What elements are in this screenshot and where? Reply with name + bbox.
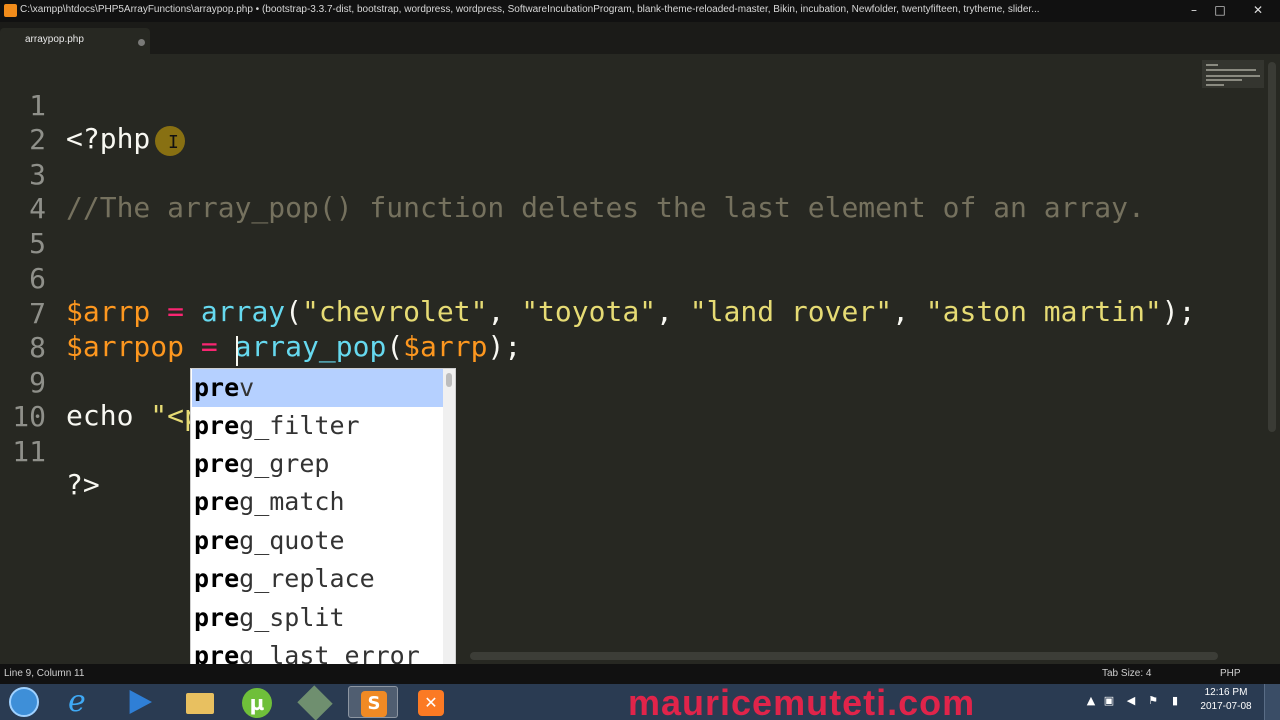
autocomplete-item[interactable]: preg_filter: [192, 407, 444, 445]
code-line: 7 $arrpop = array_pop($arrp);: [0, 264, 1200, 363]
tray-arrow-icon[interactable]: ▲: [1084, 695, 1098, 707]
tab-label: arraypop.php: [25, 34, 84, 45]
sublime-app-icon: [4, 4, 17, 17]
code-line: 6 $arrp = array("chevrolet", "toyota", "…: [0, 229, 1200, 328]
window-title-bar: C:\xampp\htdocs\PHP5ArrayFunctions\array…: [0, 0, 1280, 22]
flag-icon[interactable]: ⚑: [1146, 695, 1160, 707]
vertical-scrollbar[interactable]: [1268, 62, 1276, 432]
code-line: 9 echo "<pre": [0, 333, 1200, 432]
close-button[interactable]: ✕: [1240, 0, 1276, 20]
media-player-icon: [129, 690, 152, 714]
minimize-button[interactable]: –: [1180, 0, 1208, 20]
text-caret: [236, 336, 238, 366]
tray-device-icon[interactable]: ▣: [1102, 695, 1116, 707]
taskbar-clock[interactable]: 12:16 PM 2017-07-08: [1196, 686, 1256, 714]
tab-bar: arraypop.php: [0, 22, 1280, 54]
line-number: 11: [12, 435, 46, 468]
horizontal-scrollbar[interactable]: [470, 652, 1218, 660]
status-bar: Line 9, Column 11 Tab Size: 4 PHP: [0, 664, 1280, 684]
autocomplete-item[interactable]: preg_replace: [192, 560, 444, 598]
code-line: 5: [0, 194, 1200, 260]
taskbar-sublime[interactable]: S: [348, 686, 398, 718]
autocomplete-scroll-thumb[interactable]: [446, 373, 452, 387]
network-icon[interactable]: ▮: [1168, 695, 1182, 707]
code-line: 1 <?php: [0, 56, 1200, 155]
sublime-text-icon: S: [361, 691, 387, 717]
syntax-mode[interactable]: PHP: [1220, 668, 1241, 679]
taskbar-ie[interactable]: e: [58, 684, 108, 719]
ibeam-cursor-icon: I: [168, 132, 179, 153]
taskbar-utorrent[interactable]: µ: [232, 686, 282, 718]
tool-icon: [297, 685, 333, 720]
code-line: 10: [0, 367, 1200, 433]
xampp-icon: ✕: [418, 690, 444, 716]
file-explorer-icon: [186, 693, 214, 714]
taskbar-media-player[interactable]: [114, 686, 164, 718]
code-line: 11 ?>: [0, 402, 1200, 501]
taskbar-explorer[interactable]: [174, 686, 224, 718]
autocomplete-popup[interactable]: prev preg_filter preg_grep preg_match pr…: [190, 368, 456, 676]
tab-close-dot-icon[interactable]: [138, 39, 145, 46]
start-button[interactable]: [4, 686, 46, 718]
taskbar-tool[interactable]: [290, 685, 340, 720]
window-title: C:\xampp\htdocs\PHP5ArrayFunctions\array…: [20, 4, 1040, 15]
internet-explorer-icon: e: [68, 684, 86, 719]
code-line: 4: [0, 159, 1200, 225]
start-orb-icon: [9, 687, 39, 717]
tab-arraypop[interactable]: arraypop.php: [0, 28, 150, 54]
code-text: ?>: [66, 468, 100, 501]
show-desktop-button[interactable]: [1264, 684, 1280, 720]
code-line: 8: [0, 298, 1200, 364]
tab-size[interactable]: Tab Size: 4: [1102, 668, 1151, 679]
autocomplete-item[interactable]: preg_match: [192, 483, 444, 521]
autocomplete-item[interactable]: prev: [192, 369, 444, 407]
volume-icon[interactable]: ◀: [1124, 695, 1138, 707]
autocomplete-item[interactable]: preg_split: [192, 599, 444, 637]
maximize-button[interactable]: □: [1206, 0, 1234, 20]
clock-time: 12:16 PM: [1204, 687, 1248, 698]
code-line: 2: [0, 90, 1200, 156]
minimap[interactable]: [1202, 60, 1264, 88]
autocomplete-item[interactable]: preg_quote: [192, 522, 444, 560]
autocomplete-item[interactable]: preg_grep: [192, 445, 444, 483]
cursor-position[interactable]: Line 9, Column 11: [4, 668, 84, 679]
clock-date: 2017-07-08: [1200, 701, 1252, 712]
taskbar-xampp[interactable]: ✕: [406, 686, 456, 718]
autocomplete-scrollbar[interactable]: [443, 369, 455, 675]
utorrent-icon: µ: [242, 688, 272, 718]
watermark: mauricemuteti.com: [628, 682, 976, 720]
